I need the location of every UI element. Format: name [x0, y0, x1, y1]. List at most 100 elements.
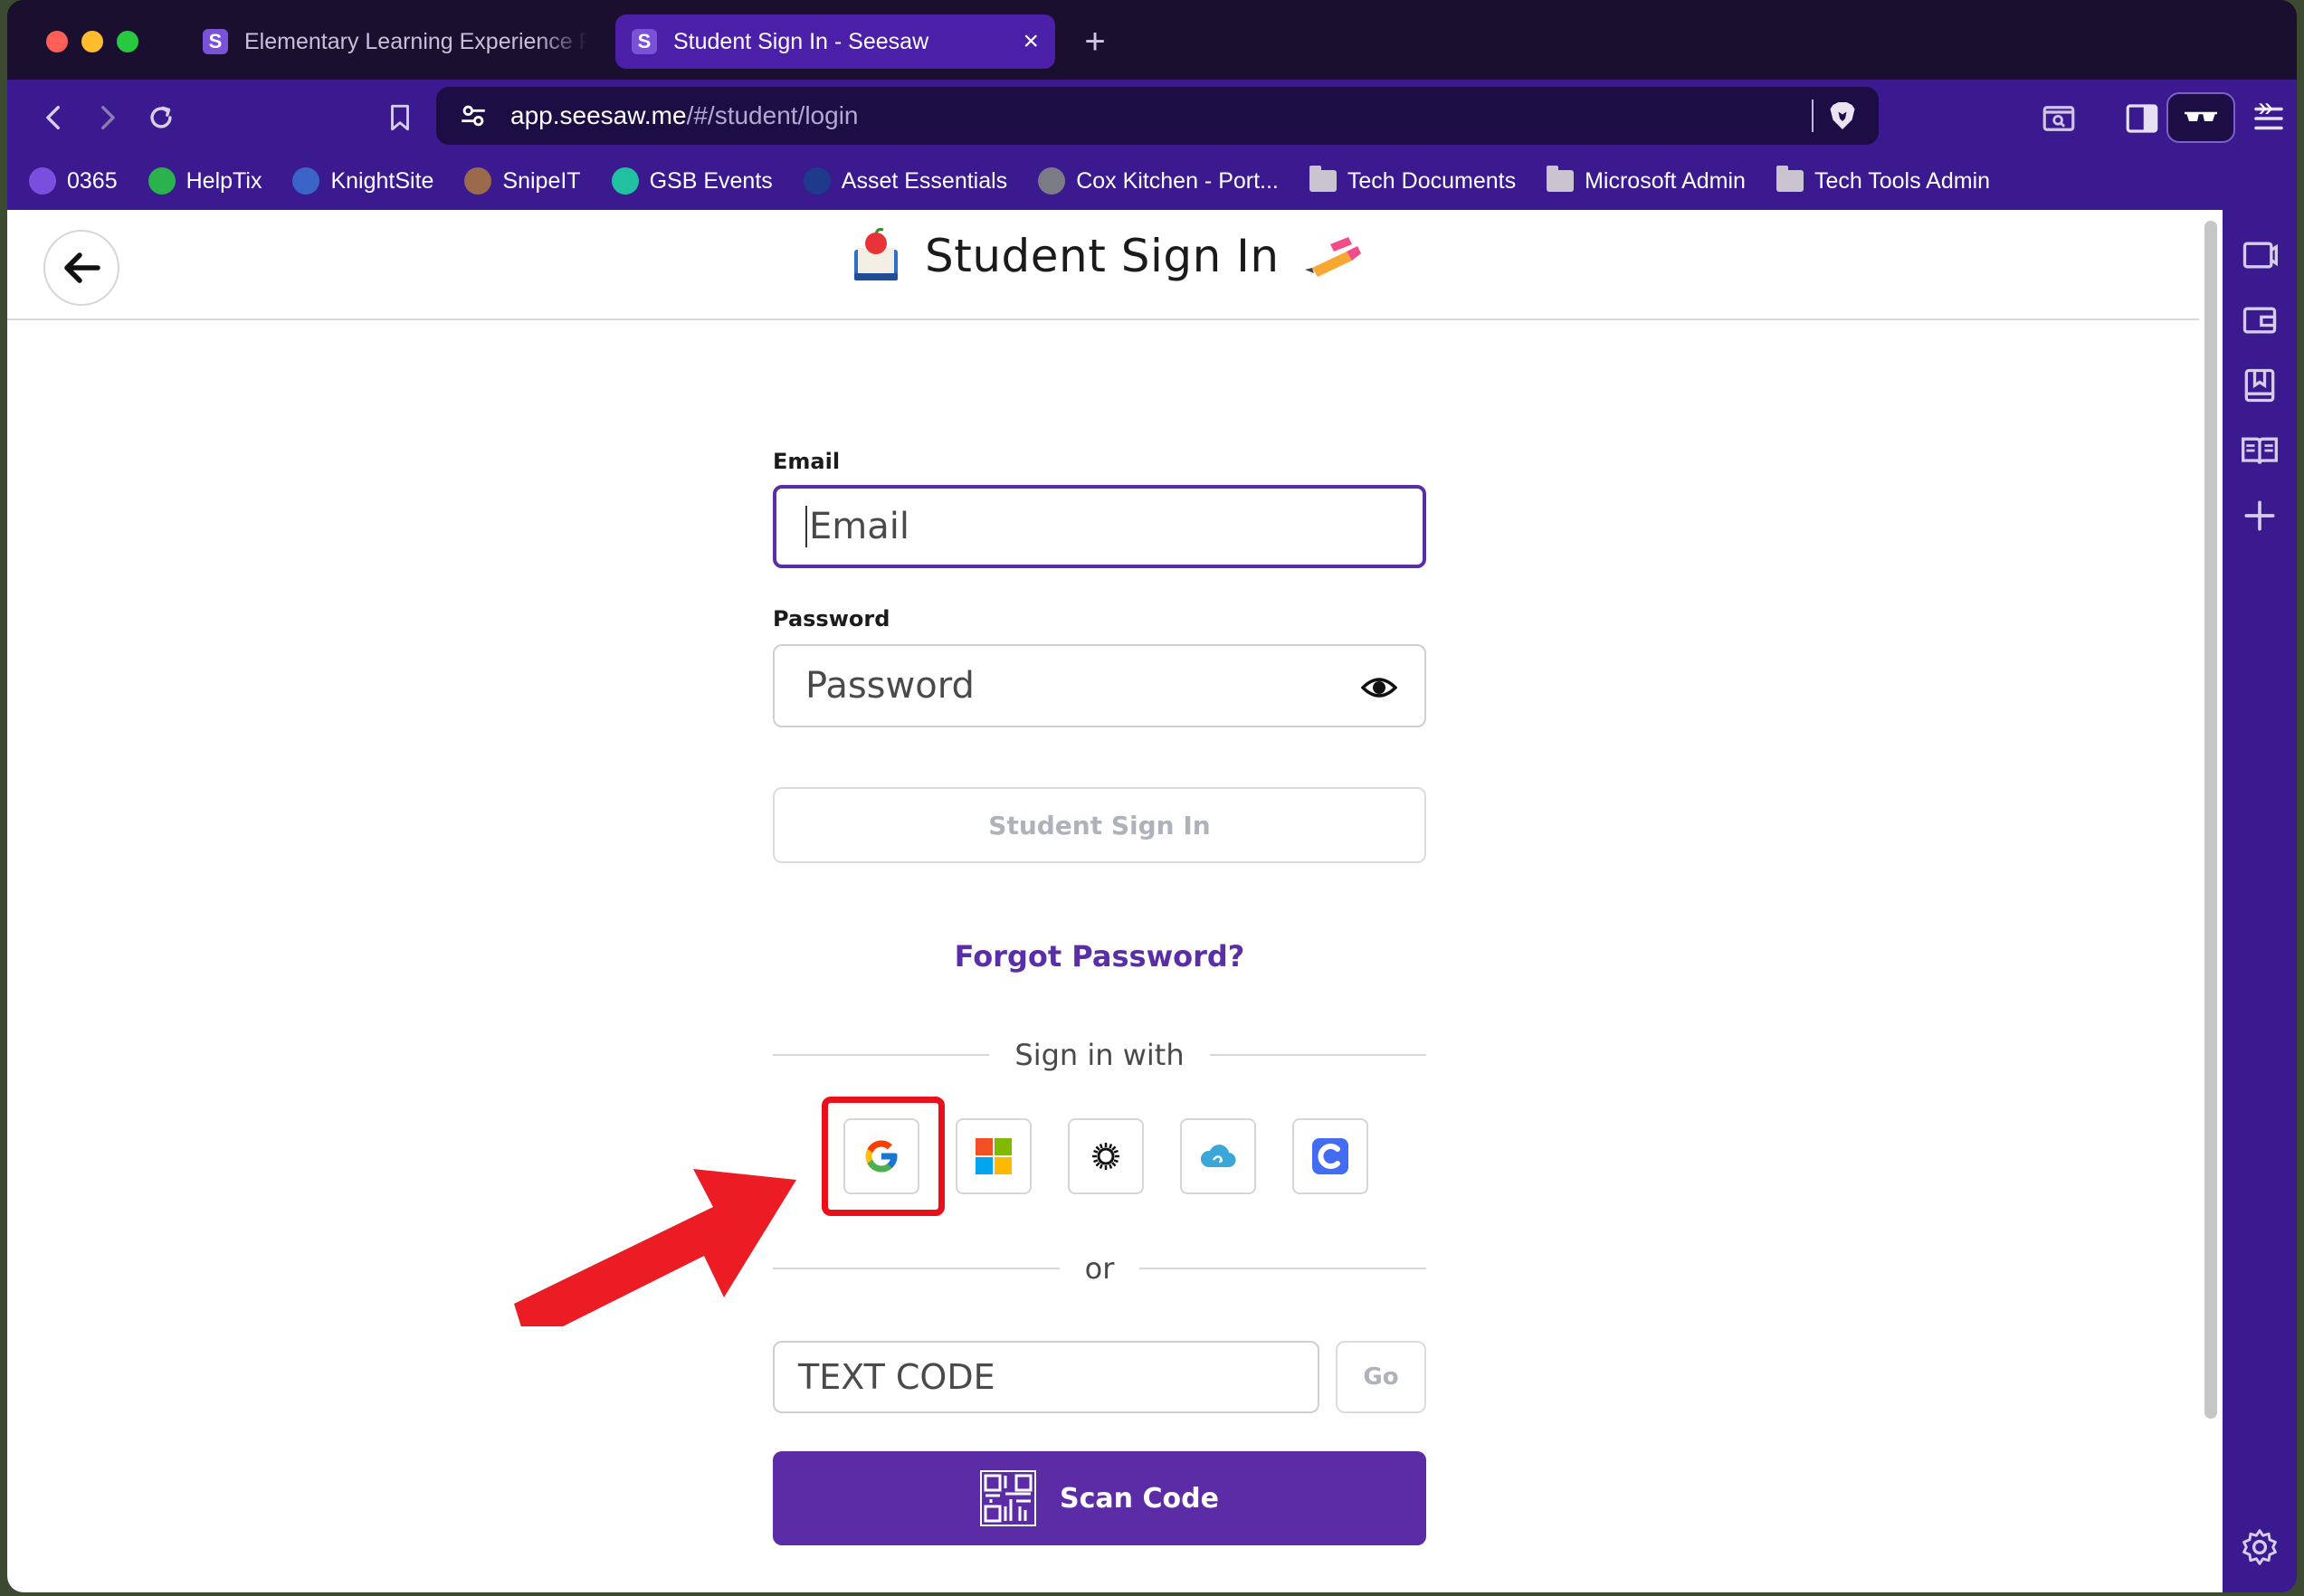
seesaw-icon: S	[203, 29, 228, 54]
snipeit-icon	[464, 167, 492, 195]
new-tab-button[interactable]: +	[1077, 18, 1113, 65]
close-window-button[interactable]	[46, 31, 68, 52]
seesaw-icon: S	[632, 29, 657, 54]
bookmark-icon	[391, 104, 409, 131]
password-field[interactable]: Password	[773, 644, 1426, 727]
sidebar-wallet-button[interactable]	[2240, 300, 2280, 340]
wallet-icon	[2242, 307, 2277, 334]
divider-line	[773, 1054, 990, 1056]
text-caret	[805, 506, 807, 547]
email-label: Email	[773, 449, 841, 474]
page-title: Student Sign In	[925, 230, 1280, 282]
url-host: app.seesaw.me	[510, 101, 687, 129]
maximize-window-button[interactable]	[117, 31, 138, 52]
knight-icon	[292, 167, 320, 195]
reload-icon	[150, 106, 172, 128]
bookmark-item[interactable]: GSB Events	[611, 167, 773, 195]
back-nav-button[interactable]	[33, 96, 76, 139]
sidebar-add-button[interactable]	[2240, 496, 2280, 536]
forward-nav-button[interactable]	[85, 96, 129, 139]
sunburst-sign-in-button[interactable]	[1068, 1118, 1144, 1194]
sidebar-toggle-button[interactable]	[2123, 100, 2161, 138]
go-button[interactable]: Go	[1336, 1341, 1426, 1413]
browser-toolbar: app.seesaw.me /#/student/login 0365 HelpT…	[7, 80, 2297, 210]
password-placeholder: Password	[805, 665, 975, 707]
scan-code-button[interactable]: Scan Code	[773, 1451, 1426, 1545]
bookmark-label: GSB Events	[649, 167, 773, 194]
bookmark-item[interactable]: Tech Tools Admin	[1776, 166, 1991, 195]
glasses-icon	[2185, 111, 2217, 121]
folder-icon	[1547, 166, 1575, 192]
bookmark-item[interactable]: Cox Kitchen - Port...	[1038, 167, 1279, 195]
email-placeholder: Email	[809, 506, 909, 547]
bookmark-label: 0365	[67, 167, 118, 194]
page-header: Student Sign In	[7, 210, 2199, 320]
bookmark-label: SnipeIT	[502, 167, 581, 194]
sidebar-leo-button[interactable]	[2240, 235, 2280, 275]
sidebar-settings-button[interactable]	[2240, 1527, 2280, 1567]
book-apple-icon	[854, 228, 898, 280]
classlink-icon	[1200, 1145, 1236, 1168]
reload-button[interactable]	[139, 96, 183, 139]
plus-icon	[2244, 500, 2275, 531]
back-button[interactable]	[43, 230, 119, 306]
page-screenshot-button[interactable]	[2040, 100, 2078, 138]
bookmark-item[interactable]: Tech Documents	[1309, 166, 1516, 195]
scan-code-label: Scan Code	[1060, 1482, 1219, 1515]
bookmark-item[interactable]: HelpTix	[148, 167, 262, 195]
private-mode-button[interactable]	[2166, 92, 2235, 143]
bookmark-label: Microsoft Admin	[1585, 167, 1746, 194]
tab-elementary-learning[interactable]: S Elementary Learning Experience Pl	[186, 14, 605, 69]
address-bar[interactable]: app.seesaw.me /#/student/login	[436, 87, 1879, 145]
open-book-icon	[2242, 437, 2278, 464]
tab-student-sign-in[interactable]: S Student Sign In - Seesaw ×	[615, 14, 1055, 69]
url-path: /#/student/login	[686, 101, 859, 129]
tab-title: Student Sign In - Seesaw	[673, 28, 929, 54]
bookmark-item[interactable]: 0365	[29, 167, 118, 195]
clever-sign-in-button[interactable]	[1292, 1118, 1368, 1194]
bookmark-page-button[interactable]	[378, 96, 422, 139]
url-divider	[1812, 100, 1814, 132]
bookmark-item[interactable]: Microsoft Admin	[1547, 166, 1746, 195]
sidebar-icon	[2126, 104, 2158, 133]
text-code-placeholder: TEXT CODE	[798, 1357, 995, 1397]
clever-icon	[1312, 1138, 1348, 1174]
close-tab-icon[interactable]: ×	[1023, 26, 1039, 57]
forgot-password-link[interactable]: Forgot Password?	[773, 939, 1426, 974]
browser-sidebar	[2223, 210, 2297, 1592]
bookmark-label: Asset Essentials	[841, 167, 1008, 194]
bookmark-item[interactable]: Asset Essentials	[803, 167, 1008, 195]
email-field[interactable]: Email	[773, 485, 1426, 568]
microsoft-sign-in-button[interactable]	[956, 1118, 1032, 1194]
text-code-input[interactable]: TEXT CODE	[773, 1341, 1319, 1413]
minimize-window-button[interactable]	[81, 31, 103, 52]
events-icon	[611, 167, 639, 195]
gear-icon	[2242, 1529, 2277, 1565]
chevron-right-icon	[101, 105, 115, 130]
google-highlight-box	[822, 1097, 945, 1216]
student-sign-in-button[interactable]: Student Sign In	[773, 787, 1426, 863]
brave-shields-icon[interactable]	[1826, 100, 1859, 132]
sunburst-icon	[1092, 1143, 1119, 1170]
bookmark-item[interactable]: SnipeIT	[464, 167, 581, 195]
bookmark-label: Tech Tools Admin	[1814, 167, 1991, 194]
browser-window: S Elementary Learning Experience Pl S St…	[7, 0, 2297, 1592]
arrow-left-icon	[64, 252, 100, 283]
window-search-icon	[2042, 106, 2075, 131]
tab-strip: S Elementary Learning Experience Pl S St…	[7, 0, 2297, 80]
or-label: or	[1084, 1251, 1115, 1286]
red-arrow-annotation	[514, 1169, 796, 1326]
bookmarks-bar: 0365 HelpTix KnightSite SnipeIT GSB Events As…	[7, 152, 2297, 210]
classlink-sign-in-button[interactable]	[1180, 1118, 1256, 1194]
show-password-eye-icon[interactable]	[1361, 671, 1397, 704]
pencil-icon	[1304, 237, 1361, 277]
more-bookmarks-icon[interactable]: »	[2258, 92, 2273, 123]
sidebar-bookmarks-button[interactable]	[2240, 366, 2280, 405]
site-settings-icon[interactable]	[458, 100, 489, 131]
microsoft-icon	[976, 1138, 1012, 1174]
sidebar-reading-list-button[interactable]	[2240, 431, 2280, 470]
page-scrollbar-thumb[interactable]	[2204, 221, 2217, 1419]
bookmark-item[interactable]: KnightSite	[292, 167, 433, 195]
asset-icon	[803, 167, 831, 195]
or-divider: or	[773, 1250, 1427, 1287]
